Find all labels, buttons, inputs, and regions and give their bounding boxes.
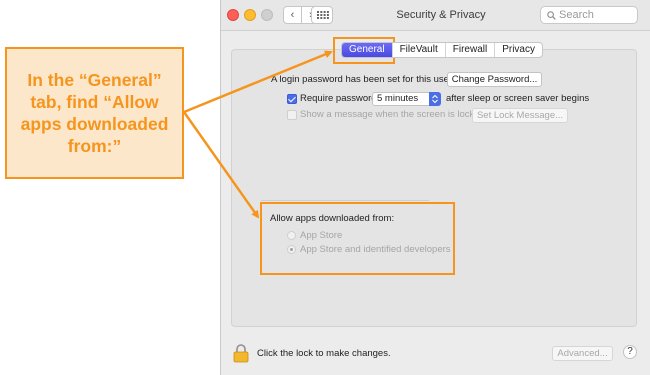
- arrow-to-allow-apps: [182, 111, 260, 219]
- tab-general[interactable]: General: [342, 43, 392, 57]
- tab-privacy[interactable]: Privacy: [494, 43, 542, 57]
- tab-firewall[interactable]: Firewall: [444, 43, 494, 57]
- tab-bar: General FileVault Firewall Privacy: [341, 42, 543, 58]
- annotation-arrows: [182, 50, 333, 219]
- tab-filevault[interactable]: FileVault: [391, 43, 445, 57]
- arrow-to-general-tab: [183, 50, 333, 114]
